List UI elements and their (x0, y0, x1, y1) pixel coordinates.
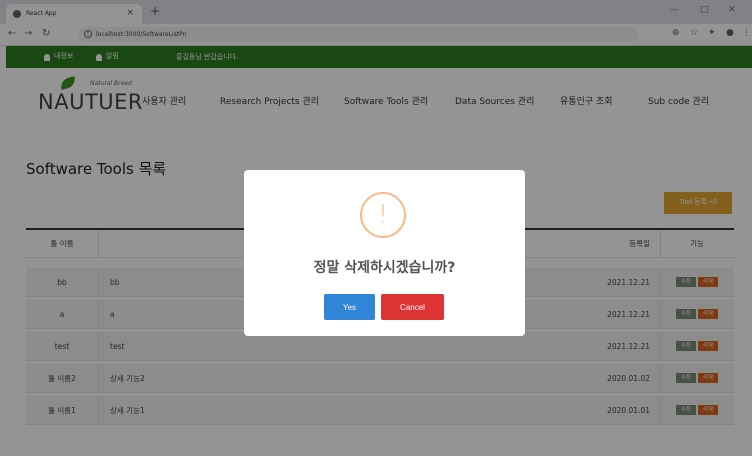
warning-icon: ! (360, 192, 406, 238)
dialog-message: 정말 삭제하시겠습니까? (313, 260, 456, 276)
confirm-delete-dialog: ! 정말 삭제하시겠습니까? Yes Cancel (244, 170, 525, 336)
screen: React App × + — □ ✕ ← → ↻ i localhost:30… (0, 0, 752, 456)
confirm-yes-button[interactable]: Yes (324, 294, 375, 320)
cancel-button[interactable]: Cancel (381, 294, 444, 320)
